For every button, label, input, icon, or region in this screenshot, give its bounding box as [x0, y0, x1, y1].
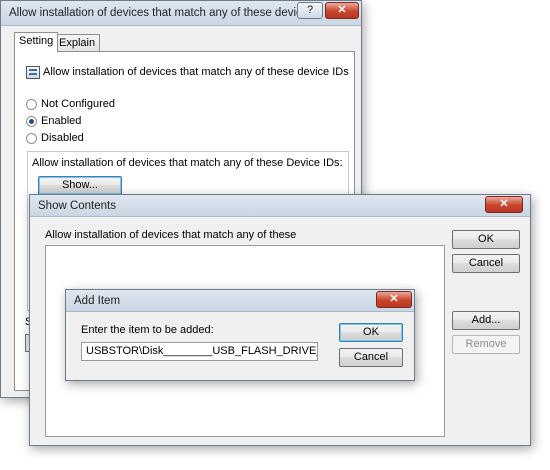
show-contents-list-label: Allow installation of devices that match… — [45, 229, 297, 241]
cancel-button[interactable]: Cancel — [452, 254, 520, 273]
show-button[interactable]: Show... — [38, 176, 122, 195]
add-item-prompt: Enter the item to be added: — [81, 324, 214, 336]
close-icon[interactable]: ✕ — [485, 196, 523, 213]
show-contents-title-bar: Show Contents ✕ — [30, 195, 530, 217]
radio-button-checked[interactable] — [26, 116, 37, 127]
radio-label: Not Configured — [41, 98, 115, 110]
tab-setting[interactable]: Setting — [14, 32, 59, 52]
radio-button[interactable] — [26, 133, 37, 144]
policy-setting-icon — [26, 66, 40, 79]
radio-button[interactable] — [26, 99, 37, 110]
policy-window-title: Allow installation of devices that match… — [9, 7, 321, 19]
add-item-title-bar: Add Item ✕ — [66, 290, 414, 312]
ok-button[interactable]: OK — [452, 230, 520, 249]
remove-button: Remove — [452, 335, 520, 354]
options-label: Allow installation of devices that match… — [32, 157, 343, 169]
help-icon[interactable]: ? — [297, 2, 323, 19]
add-item-dialog: Add Item ✕ Enter the item to be added: U… — [65, 289, 415, 381]
cancel-button[interactable]: Cancel — [339, 348, 403, 367]
ok-button[interactable]: OK — [339, 323, 403, 342]
radio-label: Enabled — [41, 115, 82, 127]
add-item-input[interactable]: USBSTOR\Disk________USB_FLASH_DRIVE_34CB — [81, 342, 318, 361]
policy-name-label: Allow installation of devices that match… — [43, 66, 349, 78]
close-icon[interactable]: ✕ — [325, 2, 359, 19]
add-item-title: Add Item — [74, 295, 121, 307]
add-button[interactable]: Add... — [452, 311, 520, 330]
radio-label: Disabled — [41, 132, 84, 144]
close-icon[interactable]: ✕ — [376, 291, 412, 308]
show-contents-title: Show Contents — [38, 200, 116, 212]
policy-title-bar: Allow installation of devices that match… — [1, 1, 361, 26]
tab-explain[interactable]: Explain — [54, 34, 101, 52]
